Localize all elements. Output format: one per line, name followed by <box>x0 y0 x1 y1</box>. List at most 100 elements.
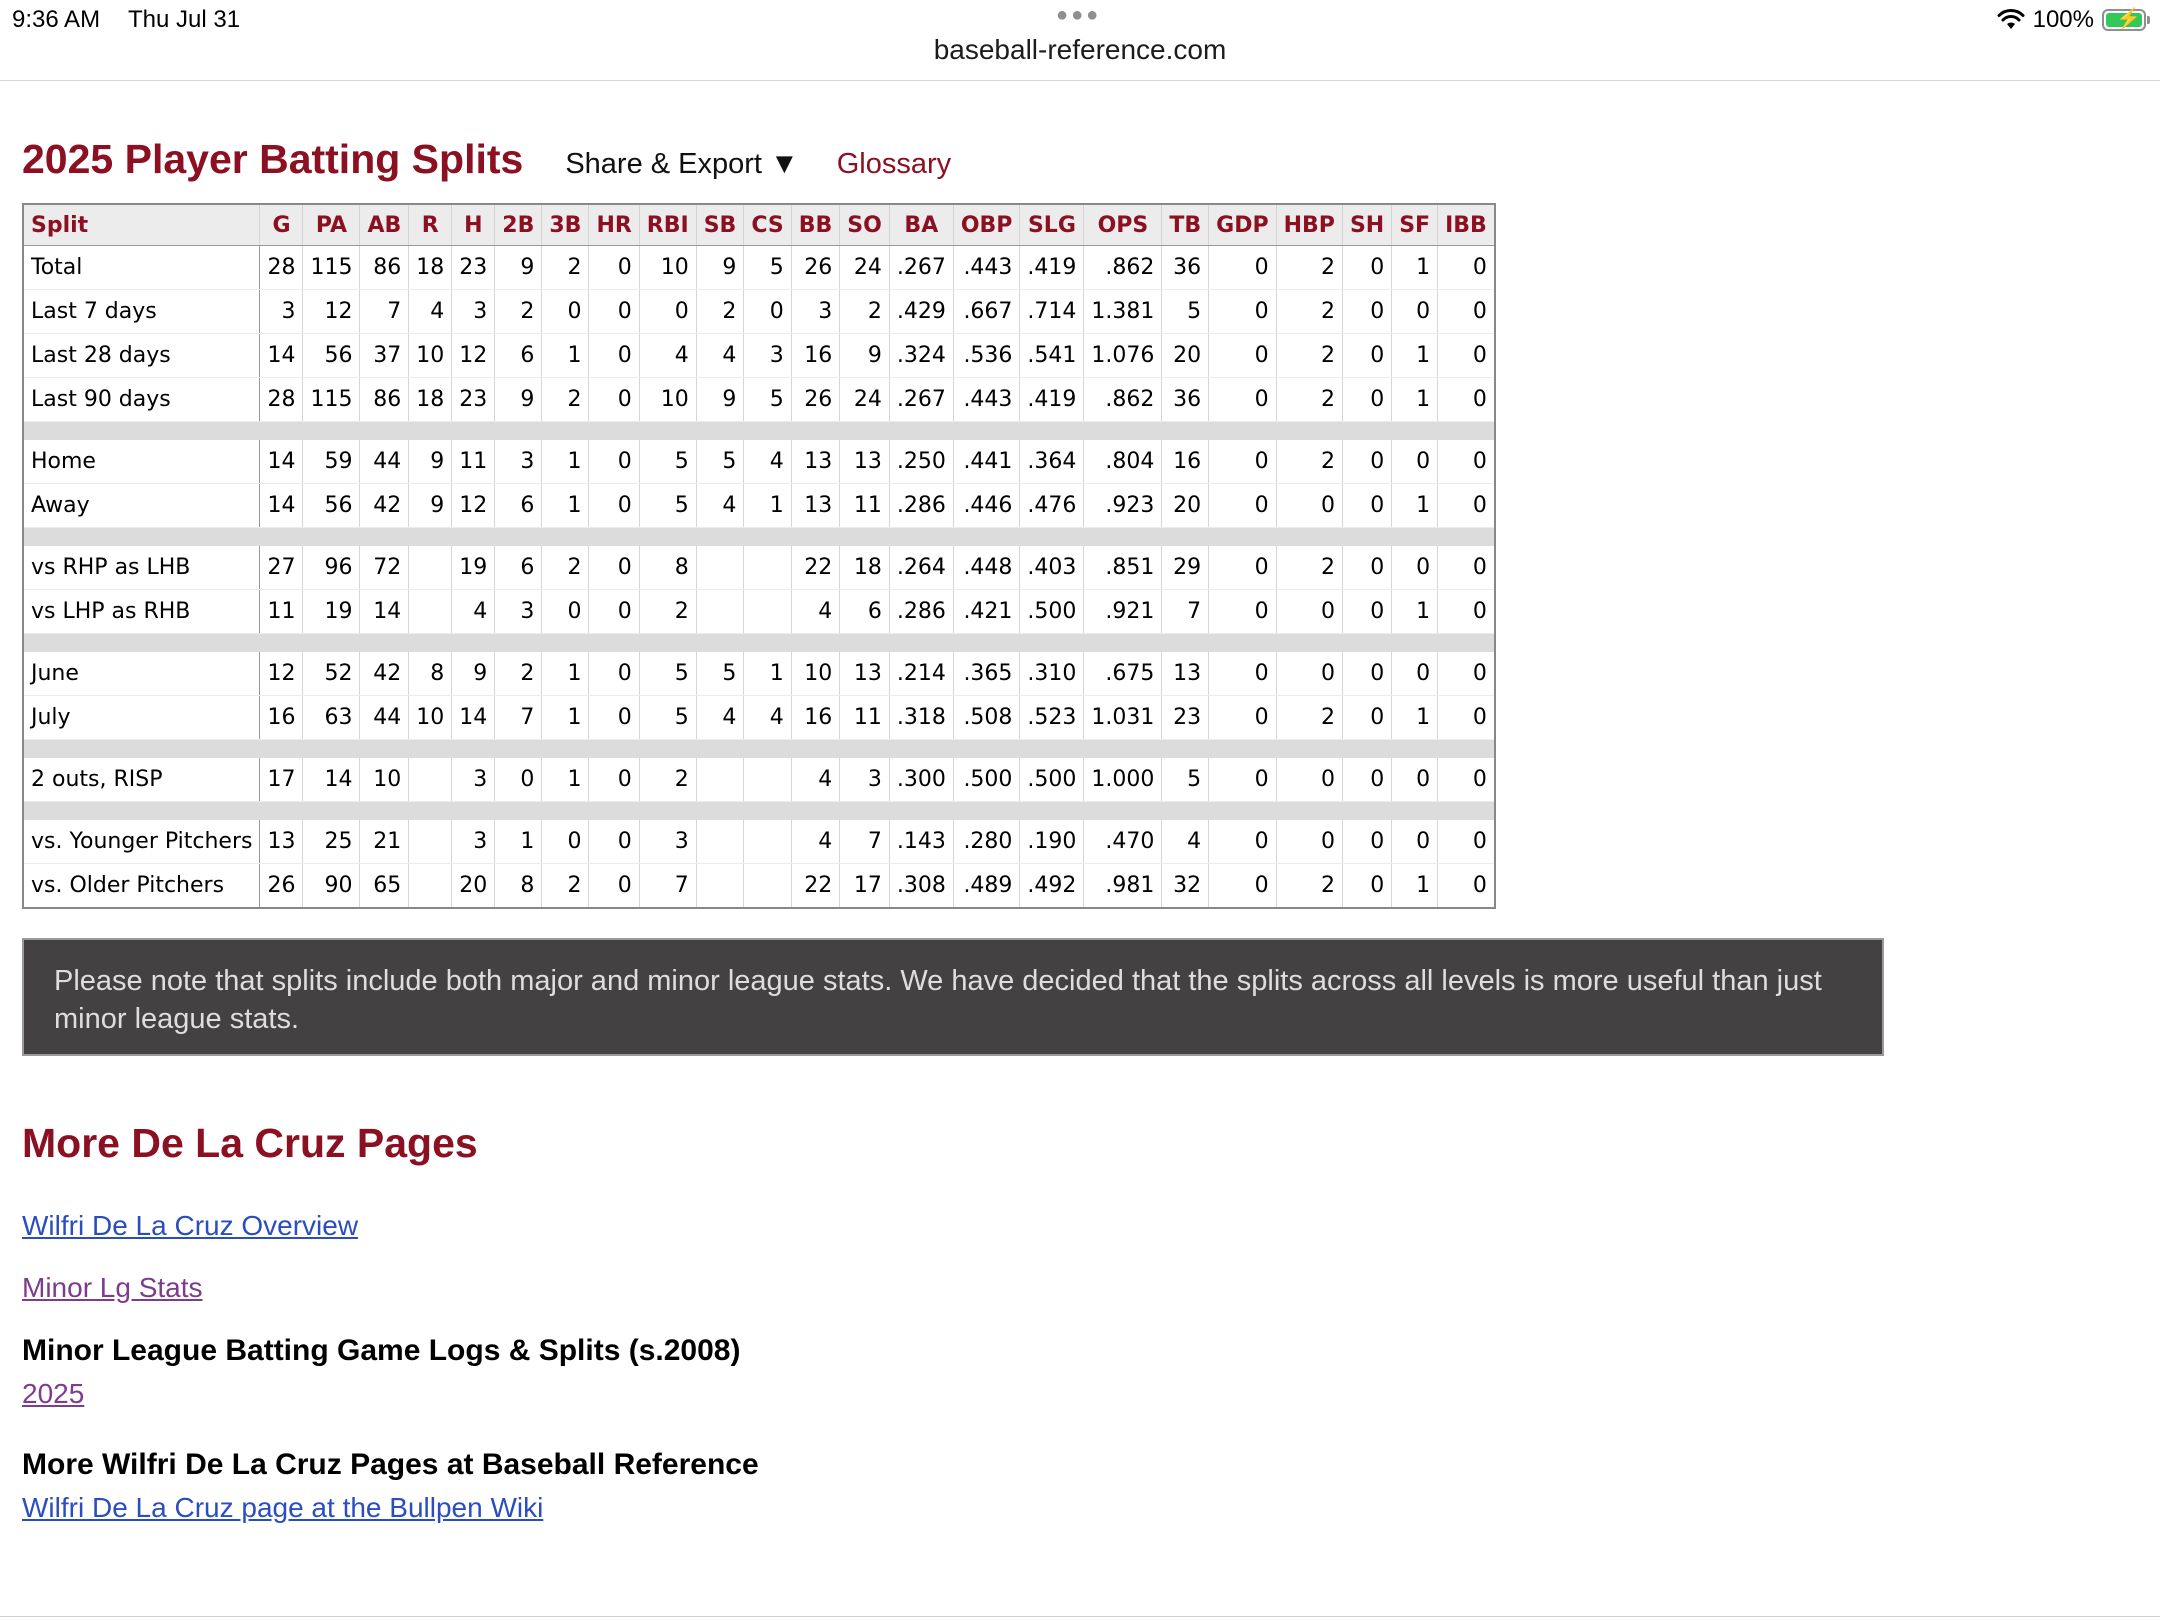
column-header[interactable]: BA <box>889 204 954 246</box>
stat-cell: 2 <box>1276 863 1343 909</box>
stat-cell: 0 <box>1437 589 1496 634</box>
stat-cell: 0 <box>1391 546 1439 590</box>
stat-cell: 6 <box>494 333 543 378</box>
column-header[interactable]: 2B <box>494 204 543 246</box>
stat-cell: 4 <box>696 483 745 528</box>
split-label: vs. Younger Pitchers <box>23 820 261 864</box>
stat-cell: 0 <box>1208 546 1277 590</box>
stat-cell <box>408 863 453 909</box>
column-header[interactable]: PA <box>302 204 361 246</box>
overview-link[interactable]: Wilfri De La Cruz Overview <box>22 1210 358 1242</box>
stat-cell: 13 <box>259 820 304 864</box>
stat-cell: 10 <box>639 245 697 290</box>
column-header[interactable]: CS <box>743 204 792 246</box>
column-header[interactable]: 3B <box>541 204 590 246</box>
stat-cell: 2 <box>1276 377 1343 422</box>
column-header[interactable]: IBB <box>1437 204 1496 246</box>
stat-cell: 9 <box>494 245 543 290</box>
stat-cell: 9 <box>408 440 453 484</box>
stat-cell: 42 <box>359 483 410 528</box>
stat-cell: 28 <box>259 245 304 290</box>
column-header[interactable]: H <box>451 204 496 246</box>
multitask-dots-icon[interactable]: ●●● <box>1056 4 1101 27</box>
column-header[interactable]: GDP <box>1208 204 1277 246</box>
stat-cell: 4 <box>408 289 453 334</box>
stat-cell: 2 <box>541 245 590 290</box>
stat-cell: 3 <box>791 289 841 334</box>
stat-cell: .143 <box>889 820 954 864</box>
column-header[interactable]: SF <box>1391 204 1439 246</box>
stat-cell: .476 <box>1019 483 1085 528</box>
stat-cell: 0 <box>1208 695 1277 740</box>
table-row: Total 28 115 86 18 23 9 2 0 10 9 5 26 24.267.443.419.… <box>23 245 1496 290</box>
column-header[interactable]: BB <box>791 204 841 246</box>
stat-cell: 17 <box>839 863 890 909</box>
stat-cell: 16 <box>259 695 304 740</box>
column-header[interactable]: OPS <box>1083 204 1163 246</box>
minor-lg-stats-link[interactable]: Minor Lg Stats <box>22 1272 203 1304</box>
column-header[interactable]: AB <box>359 204 410 246</box>
column-header[interactable]: HBP <box>1276 204 1343 246</box>
column-header[interactable]: HR <box>588 204 640 246</box>
stat-cell: .489 <box>953 863 1021 909</box>
stat-cell: 0 <box>1391 758 1439 802</box>
stat-cell: 2 <box>1276 245 1343 290</box>
table-row: vs RHP as LHB 27 96 72 19 6 2 0 8 22 18.264.448.40… <box>23 546 1496 590</box>
stat-cell: 9 <box>494 377 543 422</box>
stat-cell: 0 <box>494 758 543 802</box>
stat-cell: 0 <box>588 695 640 740</box>
stat-cell: 1 <box>541 333 590 378</box>
stat-cell <box>696 546 745 590</box>
stat-cell: 36 <box>1161 377 1210 422</box>
stat-cell: 5 <box>743 245 792 290</box>
stat-cell: 0 <box>588 245 640 290</box>
column-header[interactable]: SLG <box>1019 204 1085 246</box>
stat-cell: 16 <box>791 695 841 740</box>
stat-cell <box>743 589 792 634</box>
stat-cell: 13 <box>791 483 841 528</box>
stat-cell: 9 <box>408 483 453 528</box>
stat-cell: 0 <box>588 589 640 634</box>
stat-cell: 2 <box>1276 289 1343 334</box>
footer-divider <box>0 1616 2160 1617</box>
column-header[interactable]: Split <box>23 204 261 246</box>
status-date: Thu Jul 31 <box>128 6 241 33</box>
stat-cell: 1 <box>494 820 543 864</box>
year-2025-link[interactable]: 2025 <box>22 1378 84 1410</box>
stat-cell <box>408 758 453 802</box>
stat-cell: 1 <box>1391 245 1439 290</box>
column-header[interactable]: OBP <box>953 204 1021 246</box>
url-bar[interactable]: baseball-reference.com <box>0 34 2160 66</box>
stat-cell: .250 <box>889 440 954 484</box>
stat-cell: 0 <box>1342 377 1393 422</box>
stat-cell: 1.076 <box>1083 333 1163 378</box>
stat-cell: 2 <box>541 546 590 590</box>
stat-cell: 14 <box>259 440 304 484</box>
stat-cell: 3 <box>451 289 496 334</box>
stat-cell: 5 <box>1161 758 1210 802</box>
stat-cell: .419 <box>1019 245 1085 290</box>
stat-cell: 13 <box>791 440 841 484</box>
stat-cell: 0 <box>1208 333 1277 378</box>
column-header[interactable]: RBI <box>639 204 697 246</box>
stat-cell: 10 <box>791 652 841 696</box>
glossary-link[interactable]: Glossary <box>837 148 951 181</box>
stat-cell: 0 <box>1437 546 1496 590</box>
stat-cell: 10 <box>408 333 453 378</box>
stat-cell: 20 <box>451 863 496 909</box>
column-header[interactable]: G <box>259 204 304 246</box>
stat-cell <box>743 820 792 864</box>
status-indicators: 100% ⚡ <box>1997 4 2150 36</box>
column-header[interactable]: SO <box>839 204 890 246</box>
column-header[interactable]: TB <box>1161 204 1210 246</box>
stat-cell: .541 <box>1019 333 1085 378</box>
stat-cell: .523 <box>1019 695 1085 740</box>
bullpen-wiki-link[interactable]: Wilfri De La Cruz page at the Bullpen Wi… <box>22 1492 543 1524</box>
share-export-menu[interactable]: Share & Export ▼ <box>565 148 798 181</box>
column-header[interactable]: R <box>408 204 453 246</box>
table-row: 2 outs, RISP 17 14 10 3 0 1 0 2 4 3.300.500.500 1.0… <box>23 758 1496 802</box>
split-label: vs. Older Pitchers <box>23 863 261 909</box>
column-header[interactable]: SB <box>696 204 745 246</box>
column-header[interactable]: SH <box>1342 204 1393 246</box>
stat-cell: 0 <box>588 652 640 696</box>
